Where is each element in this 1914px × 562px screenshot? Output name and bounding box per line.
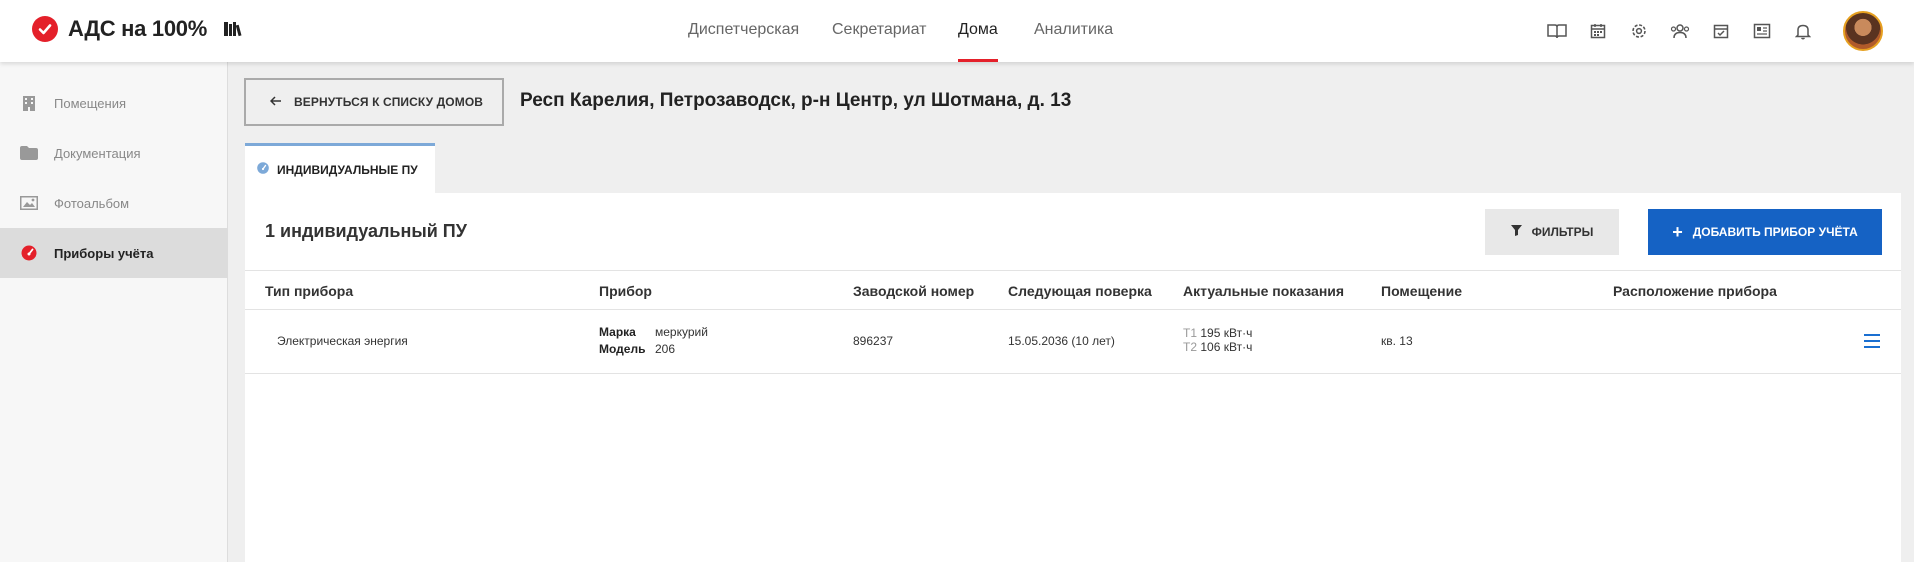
filter-icon [1510, 223, 1522, 241]
model-value: 206 [655, 342, 676, 356]
sidebar-item-label: Приборы учёта [54, 245, 154, 261]
tab-individual-meters[interactable]: ИНДИВИДУАЛЬНЫЕ ПУ [245, 143, 435, 193]
current-readings: T1 195 кВт·ч T2 106 кВт·ч [1183, 326, 1252, 354]
sidebar-item-photo-album[interactable]: Фотоальбом [0, 178, 228, 228]
table-header: Тип прибора Прибор Заводской номер Следу… [245, 270, 1901, 310]
folder-icon [20, 144, 38, 162]
news-icon[interactable] [1749, 18, 1775, 44]
gear-icon[interactable] [1626, 18, 1652, 44]
bell-icon[interactable] [1790, 18, 1816, 44]
sidebar-item-documentation[interactable]: Документация [0, 128, 228, 178]
column-header[interactable]: Тип прибора [265, 283, 353, 299]
top-toolbar [1544, 18, 1831, 44]
column-header[interactable]: Актуальные показания [1183, 283, 1344, 299]
brand-key: Марка [599, 325, 636, 339]
meters-panel: 1 индивидуальный ПУ ФИЛЬТРЫ + ДОБАВИТЬ П… [245, 193, 1901, 562]
calendar-icon[interactable] [1585, 18, 1611, 44]
row-menu-icon[interactable] [1862, 332, 1882, 350]
sidebar-item-label: Помещения [54, 95, 127, 111]
reading-value: 106 кВт·ч [1200, 340, 1253, 354]
plus-icon: + [1672, 221, 1683, 242]
arrow-left-icon [269, 93, 282, 111]
filters-button-label: ФИЛЬТРЫ [1531, 225, 1594, 239]
page-title: Респ Карелия, Петрозаводск, р-н Центр, у… [520, 90, 1072, 111]
column-header[interactable]: Следующая поверка [1008, 283, 1152, 299]
serial-number: 896237 [853, 334, 894, 348]
library-icon[interactable] [223, 20, 243, 38]
add-meter-button[interactable]: + ДОБАВИТЬ ПРИБОР УЧЁТА [1648, 209, 1882, 255]
column-header[interactable]: Заводской номер [853, 283, 974, 299]
meter-gauge-icon [257, 161, 269, 179]
meters-count-title: 1 индивидуальный ПУ [265, 221, 467, 241]
tariff-label: T2 [1183, 340, 1198, 354]
user-avatar[interactable] [1843, 11, 1883, 51]
calendar-check-icon[interactable] [1708, 18, 1734, 44]
brand-value: меркурий [655, 325, 708, 339]
tab-label: ИНДИВИДУАЛЬНЫЕ ПУ [277, 162, 418, 177]
sidebar-item-label: Фотоальбом [54, 195, 130, 211]
model-key: Модель [599, 342, 646, 356]
reading-value: 195 кВт·ч [1200, 326, 1253, 340]
back-button-label: ВЕРНУТЬСЯ К СПИСКУ ДОМОВ [294, 95, 484, 109]
filters-button[interactable]: ФИЛЬТРЫ [1485, 209, 1619, 255]
sidebar-item-label: Документация [54, 145, 141, 161]
nav-item-secretariat[interactable]: Секретариат [832, 0, 926, 62]
nav-item-analytics[interactable]: Аналитика [1034, 0, 1113, 62]
meter-type: Электрическая энергия [277, 334, 408, 348]
sidebar-item-meters[interactable]: Приборы учёта [0, 228, 228, 278]
table-row[interactable]: Электрическая энергия Марка меркурий Моде… [245, 310, 1901, 374]
column-header[interactable]: Прибор [599, 283, 652, 299]
add-meter-button-label: ДОБАВИТЬ ПРИБОР УЧЁТА [1692, 225, 1858, 239]
back-to-houses-button[interactable]: ВЕРНУТЬСЯ К СПИСКУ ДОМОВ [244, 78, 504, 126]
next-check-date: 15.05.2036 (10 лет) [1008, 334, 1115, 348]
nav-item-dispatch[interactable]: Диспетчерская [688, 0, 799, 62]
tariff-label: T1 [1183, 326, 1198, 340]
photo-album-icon [20, 194, 38, 212]
checkmark-logo-icon [32, 16, 58, 42]
sidebar-item-rooms[interactable]: Помещения [0, 78, 228, 128]
top-bar: АДС на 100% Диспетчерская Секретариат До… [0, 0, 1914, 62]
brand-name: АДС на 100% [68, 16, 207, 41]
users-icon[interactable] [1667, 18, 1693, 44]
book-icon[interactable] [1544, 18, 1570, 44]
room: кв. 13 [1381, 334, 1413, 348]
sidebar: Помещения Документация Фотоальбом Прибор… [0, 62, 228, 562]
brand-logo[interactable]: АДС на 100% [32, 16, 243, 42]
column-header[interactable]: Расположение прибора [1613, 283, 1777, 299]
meter-device: Марка меркурий Модель 206 [599, 324, 708, 358]
building-icon [20, 94, 38, 112]
meter-gauge-icon [20, 244, 38, 262]
nav-item-houses[interactable]: Дома [958, 0, 998, 62]
column-header[interactable]: Помещение [1381, 283, 1462, 299]
